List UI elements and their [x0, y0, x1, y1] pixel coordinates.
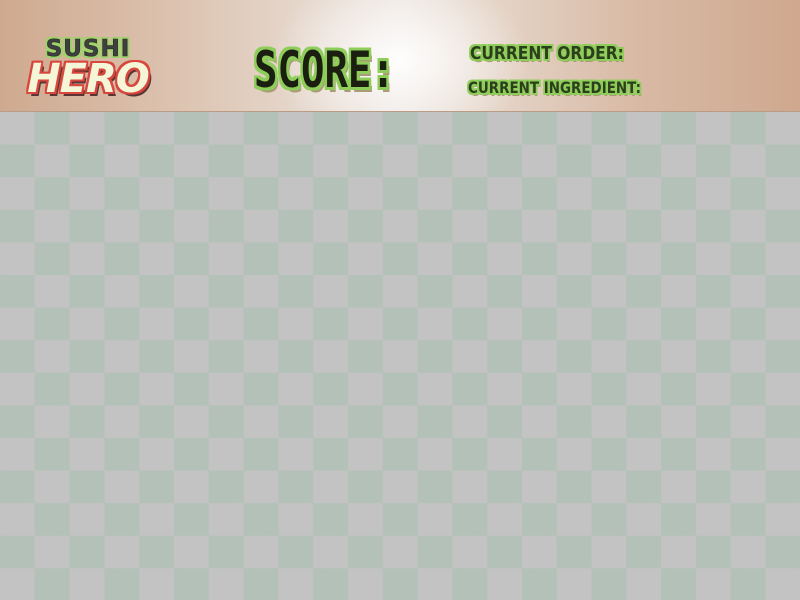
hud-bar: SUSHI HERO SCORE: CURRENT ORDER: CURRENT…	[0, 0, 800, 112]
game-logo: SUSHI HERO	[22, 36, 154, 108]
game-board[interactable]	[0, 112, 800, 600]
score-label: SCORE:	[254, 41, 395, 99]
current-order-label: CURRENT ORDER:	[470, 43, 624, 64]
current-ingredient-label: CURRENT INGREDIENT:	[468, 78, 641, 97]
game-screen: SUSHI HERO SCORE: CURRENT ORDER: CURRENT…	[0, 0, 800, 600]
logo-hero-text: HERO	[27, 56, 150, 102]
